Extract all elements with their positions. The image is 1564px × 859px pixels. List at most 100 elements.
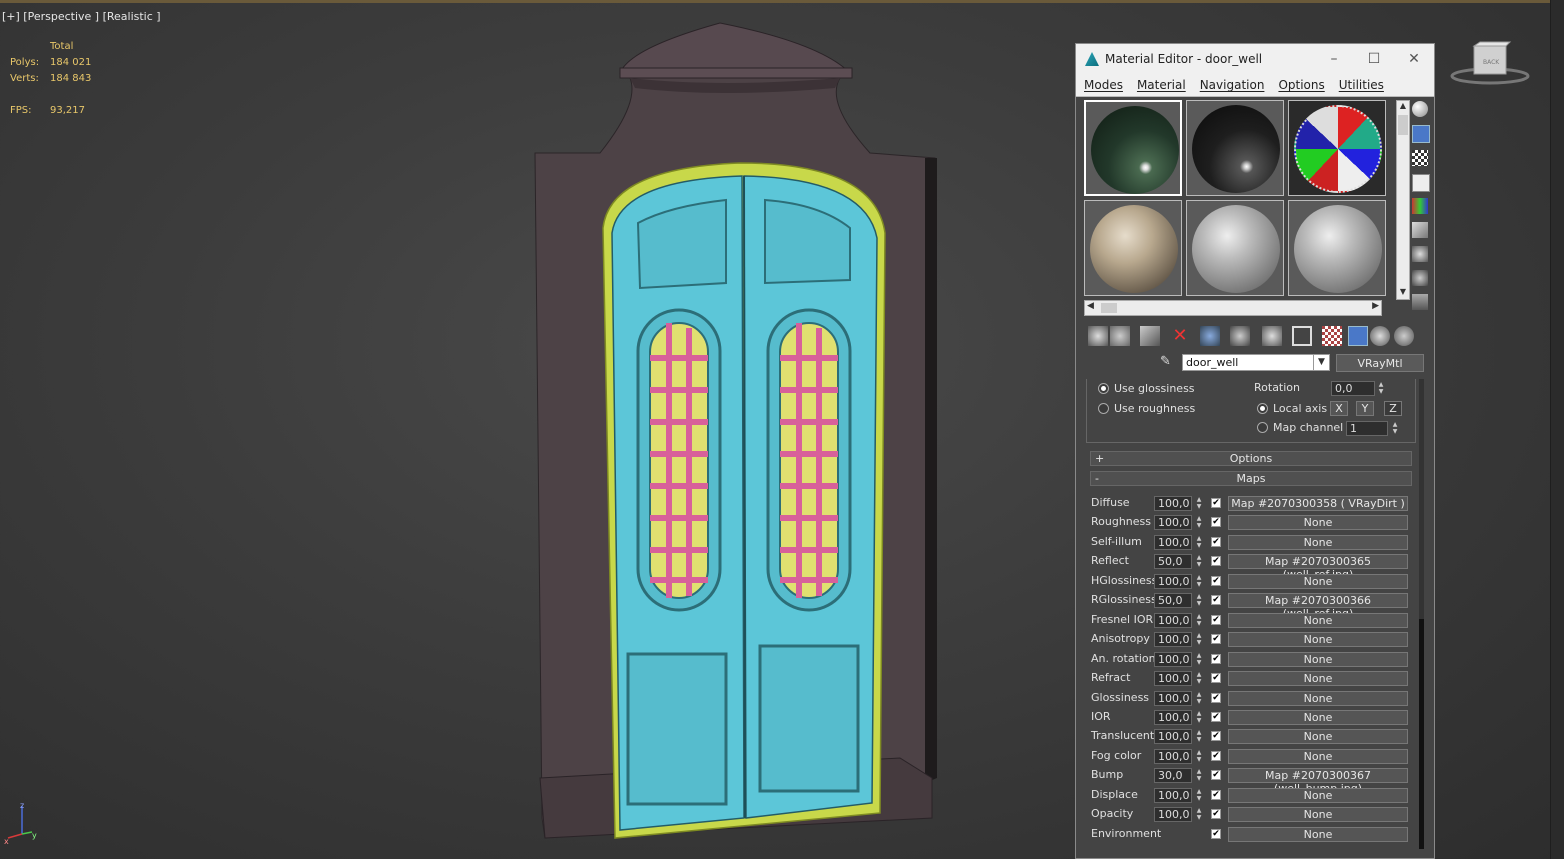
map-slot-button[interactable]: None xyxy=(1228,574,1408,589)
map-slot-button[interactable]: None xyxy=(1228,729,1408,744)
menu-navigation[interactable]: Navigation xyxy=(1200,78,1265,92)
background-checker-icon[interactable] xyxy=(1412,150,1428,166)
map-amount-spinner[interactable]: ▲ ▼ xyxy=(1195,554,1203,569)
scroll-thumb[interactable] xyxy=(1398,115,1408,135)
map-slot-button[interactable]: Map #2070300367 (well_bump.jpg) xyxy=(1228,768,1408,795)
map-amount-spinner[interactable]: ▲ ▼ xyxy=(1195,652,1203,667)
map-amount-spinner[interactable]: ▲ ▼ xyxy=(1195,593,1203,608)
viewport-label[interactable]: [+] [Perspective ] [Realistic ] xyxy=(2,10,161,23)
go-forward-sibling-icon[interactable] xyxy=(1394,326,1414,346)
map-slot-button[interactable]: None xyxy=(1228,710,1408,725)
map-amount-input[interactable]: 100,0 xyxy=(1154,496,1192,511)
put-to-scene-icon[interactable] xyxy=(1110,326,1130,346)
close-icon[interactable]: ✕ xyxy=(1394,51,1434,67)
scroll-down-icon[interactable]: ▼ xyxy=(1397,287,1409,299)
map-amount-input[interactable]: 100,0 xyxy=(1154,632,1192,647)
map-amount-input[interactable]: 100,0 xyxy=(1154,574,1192,589)
maximize-icon[interactable]: ☐ xyxy=(1354,51,1394,67)
map-amount-input[interactable]: 100,0 xyxy=(1154,613,1192,628)
slots-horizontal-scrollbar[interactable]: ◀ ▶ xyxy=(1084,300,1382,316)
map-slot-button[interactable]: None xyxy=(1228,827,1408,842)
map-channel-input[interactable]: 1 xyxy=(1346,421,1388,436)
scroll-left-icon[interactable]: ◀ xyxy=(1087,301,1094,311)
put-to-library-icon[interactable] xyxy=(1262,326,1282,346)
sample-slot-5[interactable] xyxy=(1186,200,1284,296)
map-amount-input[interactable]: 100,0 xyxy=(1154,749,1192,764)
map-amount-spinner[interactable]: ▲ ▼ xyxy=(1195,768,1203,783)
map-amount-input[interactable]: 50,0 xyxy=(1154,554,1192,569)
get-material-icon[interactable] xyxy=(1088,326,1108,346)
scroll-up-icon[interactable]: ▲ xyxy=(1397,101,1409,113)
sample-slot-1[interactable] xyxy=(1084,100,1182,196)
menu-modes[interactable]: Modes xyxy=(1084,78,1123,92)
show-map-icon[interactable] xyxy=(1322,326,1342,346)
use-glossiness-radio[interactable] xyxy=(1098,383,1109,394)
minimize-icon[interactable]: – xyxy=(1314,51,1354,67)
map-enable-checkbox[interactable]: ✔ xyxy=(1211,809,1221,819)
map-slot-button[interactable]: None xyxy=(1228,749,1408,764)
slots-vertical-scrollbar[interactable]: ▲ ▼ xyxy=(1396,100,1410,300)
map-enable-checkbox[interactable]: ✔ xyxy=(1211,517,1221,527)
map-amount-spinner[interactable]: ▲ ▼ xyxy=(1195,632,1203,647)
map-enable-checkbox[interactable]: ✔ xyxy=(1211,595,1221,605)
map-slot-button[interactable]: Map #2070300365 (well_ref.jpg) xyxy=(1228,554,1408,581)
map-slot-button[interactable]: Map #2070300366 (well_ref.jpg) xyxy=(1228,593,1408,620)
hscroll-thumb[interactable] xyxy=(1101,303,1117,313)
map-enable-checkbox[interactable]: ✔ xyxy=(1211,790,1221,800)
map-amount-input[interactable]: 100,0 xyxy=(1154,671,1192,686)
rollout-scrollbar[interactable] xyxy=(1419,379,1424,849)
material-name-field[interactable]: door_well ▼ xyxy=(1182,354,1330,371)
map-amount-spinner[interactable]: ▲ ▼ xyxy=(1195,671,1203,686)
map-enable-checkbox[interactable]: ✔ xyxy=(1211,751,1221,761)
axis-x-button[interactable]: X xyxy=(1330,401,1348,416)
rotation-spinner[interactable]: ▲ ▼ xyxy=(1377,381,1385,396)
eyedropper-icon[interactable]: ✎ xyxy=(1160,354,1176,370)
reset-map-icon[interactable]: ✕ xyxy=(1170,326,1190,346)
map-amount-spinner[interactable]: ▲ ▼ xyxy=(1195,613,1203,628)
map-slot-button[interactable]: None xyxy=(1228,671,1408,686)
rollout-scroll-thumb[interactable] xyxy=(1419,619,1424,849)
video-color-check-icon[interactable] xyxy=(1412,198,1428,214)
menu-material[interactable]: Material xyxy=(1137,78,1186,92)
map-enable-checkbox[interactable]: ✔ xyxy=(1211,498,1221,508)
map-amount-spinner[interactable]: ▲ ▼ xyxy=(1195,691,1203,706)
map-enable-checkbox[interactable]: ✔ xyxy=(1211,634,1221,644)
map-amount-input[interactable]: 50,0 xyxy=(1154,593,1192,608)
map-amount-input[interactable]: 100,0 xyxy=(1154,535,1192,550)
map-enable-checkbox[interactable]: ✔ xyxy=(1211,576,1221,586)
map-slot-button[interactable]: None xyxy=(1228,807,1408,822)
material-type-button[interactable]: VRayMtl xyxy=(1336,354,1424,372)
map-slot-button[interactable]: None xyxy=(1228,613,1408,628)
map-enable-checkbox[interactable]: ✔ xyxy=(1211,615,1221,625)
map-enable-checkbox[interactable]: ✔ xyxy=(1211,770,1221,780)
viewcube[interactable]: BACK xyxy=(1448,40,1532,90)
axis-y-button[interactable]: Y xyxy=(1356,401,1374,416)
options-icon[interactable] xyxy=(1412,246,1428,262)
map-amount-spinner[interactable]: ▲ ▼ xyxy=(1195,710,1203,725)
map-enable-checkbox[interactable]: ✔ xyxy=(1211,537,1221,547)
map-amount-spinner[interactable]: ▲ ▼ xyxy=(1195,749,1203,764)
map-amount-input[interactable]: 100,0 xyxy=(1154,788,1192,803)
map-slot-button[interactable]: None xyxy=(1228,632,1408,647)
map-amount-input[interactable]: 100,0 xyxy=(1154,652,1192,667)
door-model[interactable] xyxy=(520,18,950,848)
map-enable-checkbox[interactable]: ✔ xyxy=(1211,673,1221,683)
map-enable-checkbox[interactable]: ✔ xyxy=(1211,693,1221,703)
sample-slot-2[interactable] xyxy=(1186,100,1284,196)
map-enable-checkbox[interactable]: ✔ xyxy=(1211,829,1221,839)
chevron-down-icon[interactable]: ▼ xyxy=(1313,355,1329,370)
map-slot-button[interactable]: None xyxy=(1228,515,1408,530)
map-amount-spinner[interactable]: ▲ ▼ xyxy=(1195,729,1203,744)
sample-slot-6[interactable] xyxy=(1288,200,1386,296)
map-channel-radio[interactable] xyxy=(1257,422,1268,433)
go-to-parent-icon[interactable] xyxy=(1370,326,1390,346)
material-id-icon[interactable] xyxy=(1292,326,1312,346)
map-enable-checkbox[interactable]: ✔ xyxy=(1211,712,1221,722)
map-amount-spinner[interactable]: ▲ ▼ xyxy=(1195,496,1203,511)
sample-type-icon[interactable] xyxy=(1412,101,1428,117)
map-slot-button[interactable]: None xyxy=(1228,535,1408,550)
map-amount-input[interactable]: 100,0 xyxy=(1154,807,1192,822)
map-amount-input[interactable]: 30,0 xyxy=(1154,768,1192,783)
map-slot-button[interactable]: None xyxy=(1228,788,1408,803)
select-by-material-icon[interactable] xyxy=(1412,270,1428,286)
